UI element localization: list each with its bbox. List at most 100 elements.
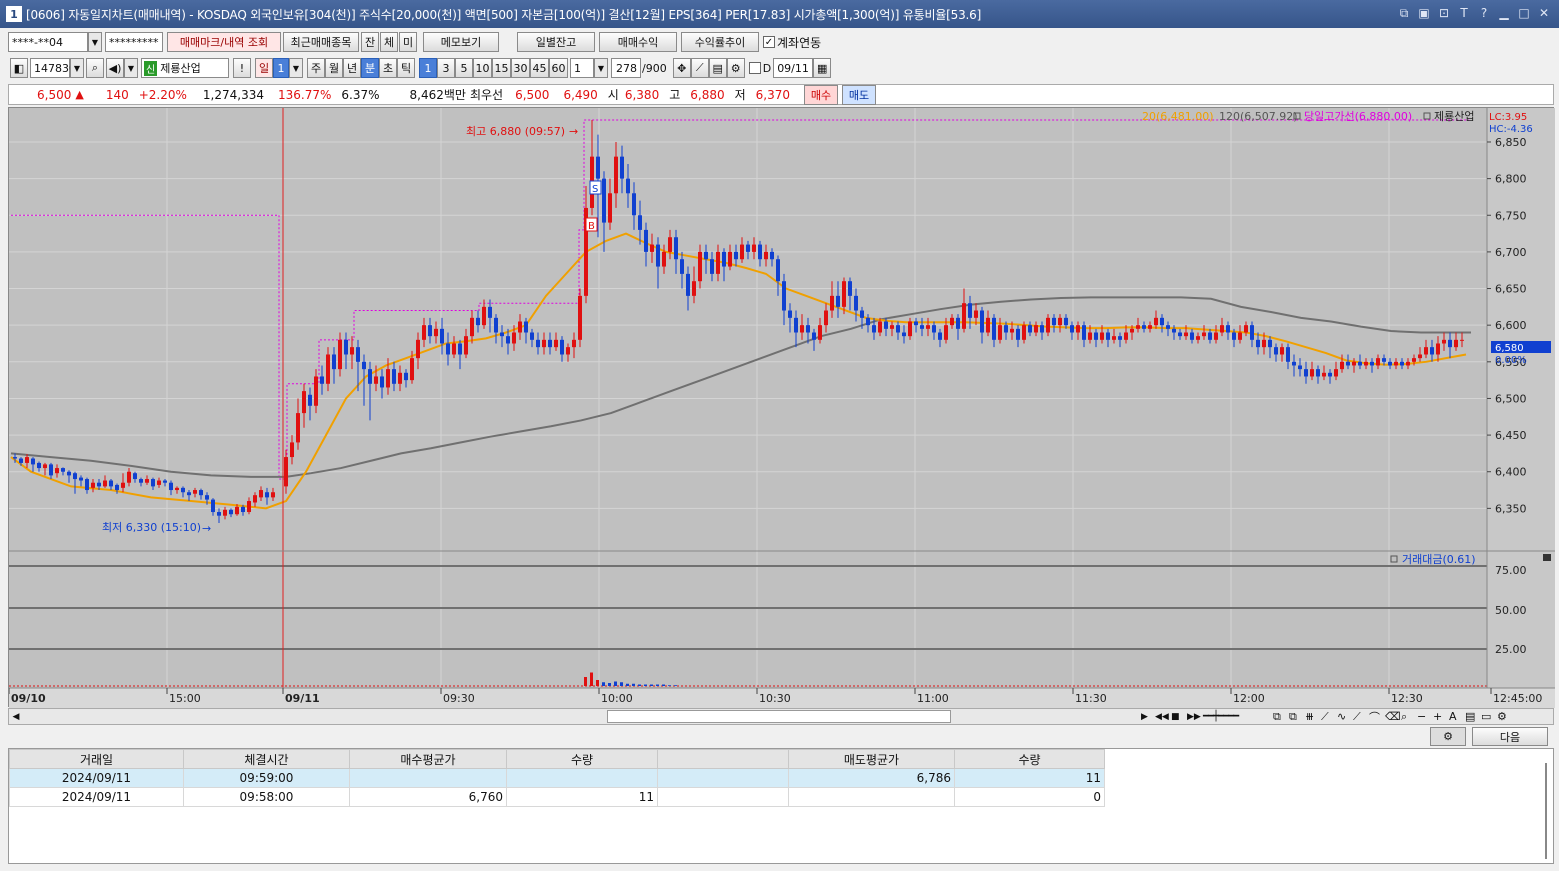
minute-3-button[interactable]: 3	[437, 58, 455, 78]
multiplier-dropdown-icon[interactable]: ▼	[594, 58, 608, 78]
balance-button[interactable]: 잔	[361, 32, 379, 52]
rewind-icon[interactable]: ◀◀	[1155, 712, 1171, 722]
restore-layout-icon[interactable]: ⧉	[1397, 5, 1411, 21]
line-tool-icon[interactable]: ⟋	[1321, 710, 1337, 724]
unexecuted-button[interactable]: 미	[399, 32, 417, 52]
help-icon[interactable]: ?	[1477, 5, 1491, 21]
sell-button[interactable]: 매도	[842, 84, 877, 105]
compare-icon[interactable]: ⧻	[1305, 710, 1321, 723]
table-row[interactable]: 2024/09/11 09:59:00 6,786 11	[9, 768, 1105, 788]
candle-body	[151, 479, 155, 487]
period-tick-button[interactable]: 틱	[397, 58, 415, 78]
search-icon[interactable]: ⌕	[86, 58, 104, 78]
candle-body	[332, 354, 336, 370]
stock-code-field[interactable]: 147830	[30, 58, 76, 78]
return-trend-button[interactable]: 수익률추이	[681, 32, 759, 52]
candle-body	[980, 310, 984, 333]
forward-icon[interactable]: ▶▶	[1187, 712, 1203, 722]
account-dropdown-icon[interactable]: ▼	[88, 32, 102, 52]
daily-balance-button[interactable]: 일별잔고	[517, 32, 595, 52]
minute-60-button[interactable]: 60	[549, 58, 568, 78]
eraser-icon[interactable]: ⌫	[1385, 710, 1401, 723]
buy-button[interactable]: 매수	[804, 84, 839, 105]
scroll-right-icon[interactable]: ▶	[1141, 712, 1155, 722]
day-count-dropdown-icon[interactable]: ▼	[289, 58, 303, 78]
table-scrollbar[interactable]	[1545, 763, 1547, 859]
stock-code-dropdown-icon[interactable]: ▼	[70, 58, 84, 78]
scroll-left-icon[interactable]: ◀	[9, 712, 23, 722]
minus-icon[interactable]: −	[1417, 710, 1433, 723]
trade-profit-button[interactable]: 매매수익	[599, 32, 677, 52]
gear-icon[interactable]: ⚙	[726, 58, 745, 78]
minute-1-button[interactable]: 1	[419, 58, 437, 78]
minute-10-button[interactable]: 10	[473, 58, 492, 78]
zoom-icon[interactable]: ⌕	[1401, 710, 1417, 724]
panel-close-icon[interactable]	[1543, 554, 1551, 561]
fixed-icon[interactable]: ⊡	[1437, 5, 1451, 21]
day-count-field[interactable]: 1	[273, 58, 289, 78]
account-link-checkbox[interactable]: ✓ 계좌연동	[763, 34, 821, 51]
fib-tool-icon[interactable]: ⌒	[1369, 709, 1385, 725]
minute-15-button[interactable]: 15	[492, 58, 511, 78]
candle-body	[1286, 347, 1290, 362]
trendline-icon[interactable]: ⟋	[690, 58, 709, 78]
speaker-dropdown-icon[interactable]: ▼	[124, 58, 138, 78]
period-day-button[interactable]: 일	[255, 58, 273, 78]
window-list-icon[interactable]: ▣	[1417, 5, 1431, 21]
plus-icon[interactable]: +	[1433, 710, 1449, 723]
price-chart[interactable]: 6,8506,8006,7506,7006,6506,6006,5506,500…	[8, 108, 1555, 708]
date-checkbox[interactable]	[748, 62, 761, 74]
candle-body	[626, 178, 630, 194]
scroll-thumb[interactable]	[607, 710, 951, 723]
settings-icon[interactable]: ⚙	[1497, 710, 1513, 723]
panel-icon[interactable]: ▭	[1481, 710, 1497, 723]
crosshair-icon[interactable]: ✥	[672, 58, 691, 78]
alert-button[interactable]: !	[233, 58, 251, 78]
grid-tool-icon[interactable]: ▤	[1465, 710, 1481, 723]
next-button[interactable]: 다음	[1472, 727, 1548, 746]
multiplier-field[interactable]: 1	[570, 58, 594, 78]
chart-area[interactable]: 6,850 6,800 6,750 6,700 6,650 6,600 6,550 6,500…	[8, 107, 1555, 708]
table-row[interactable]: 2024/09/11 09:58:00 6,760 11 0	[9, 787, 1105, 807]
settings-button[interactable]: ⚙	[1430, 727, 1466, 746]
account-field[interactable]: ****-**04	[8, 32, 88, 52]
recent-trades-button[interactable]: 최근매매종목	[283, 32, 359, 52]
password-field[interactable]: *********	[105, 32, 163, 52]
zoom-slider[interactable]: ━━┿━━━━	[1203, 711, 1273, 722]
period-second-button[interactable]: 초	[379, 58, 397, 78]
font-icon[interactable]: T	[1457, 5, 1471, 21]
wave-tool-icon[interactable]: ∿	[1337, 710, 1353, 723]
period-month-button[interactable]: 월	[325, 58, 343, 78]
layout-icon[interactable]: ◧	[10, 58, 28, 78]
speaker-icon[interactable]: ◀)	[106, 58, 124, 78]
candle-body	[103, 480, 107, 487]
candle-body	[368, 369, 372, 384]
copy-icon[interactable]: ⧉	[1273, 710, 1289, 724]
sell-mark[interactable]: S	[589, 180, 602, 195]
close-icon[interactable]: ✕	[1537, 5, 1551, 21]
date-field[interactable]: 09/11	[773, 58, 814, 78]
count-field[interactable]: 278	[611, 58, 641, 78]
minute-45-button[interactable]: 45	[530, 58, 549, 78]
save-icon[interactable]: ▤	[708, 58, 727, 78]
stop-icon[interactable]: ■	[1171, 712, 1187, 722]
buy-mark[interactable]: B	[585, 217, 598, 232]
high-line-legend: 당일고가선(6,880.00)	[1304, 109, 1412, 123]
candle-body	[824, 310, 828, 326]
calendar-icon[interactable]: ▦	[813, 58, 832, 78]
trend-tool-icon[interactable]: ⟋	[1353, 710, 1369, 724]
period-year-button[interactable]: 년	[343, 58, 361, 78]
period-minute-button[interactable]: 분	[361, 58, 379, 78]
window-number: 1	[6, 6, 22, 22]
text-tool-icon[interactable]: A	[1449, 710, 1465, 723]
stock-name-field[interactable]: 신 제룡산업	[141, 58, 229, 78]
trade-mark-query-button[interactable]: 매매마크/내역 조회	[167, 32, 281, 52]
split-icon[interactable]: ⧉	[1289, 710, 1305, 724]
period-week-button[interactable]: 주	[307, 58, 325, 78]
minimize-icon[interactable]: ▁	[1497, 5, 1511, 21]
minute-5-button[interactable]: 5	[455, 58, 473, 78]
executed-button[interactable]: 체	[380, 32, 398, 52]
minute-30-button[interactable]: 30	[511, 58, 530, 78]
maximize-icon[interactable]: □	[1517, 5, 1531, 21]
memo-view-button[interactable]: 메모보기	[423, 32, 499, 52]
